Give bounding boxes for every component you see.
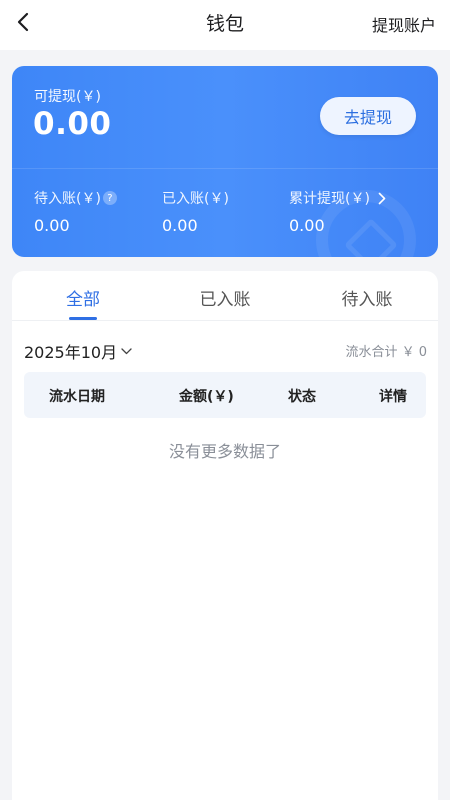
- pending-label: 待入账(￥): [34, 191, 101, 207]
- filter-row: 2025年10月 流水合计 ￥ 0: [24, 339, 427, 363]
- column-status: 状态: [288, 389, 316, 405]
- wallet-balance-card: 可提现(￥) 0.00 去提现 待入账(￥) ? 0.00 已入账(￥) 0.0…: [12, 66, 438, 257]
- total-withdrawn-stat[interactable]: 累计提现(￥) 0.00: [289, 188, 386, 235]
- available-label: 可提现(￥): [34, 89, 101, 105]
- pending-value: 0.00: [34, 216, 70, 235]
- credited-stat: 已入账(￥) 0.00: [162, 188, 229, 235]
- withdraw-button[interactable]: 去提现: [320, 97, 416, 135]
- column-date: 流水日期: [49, 389, 105, 405]
- pending-stat: 待入账(￥) ? 0.00: [34, 188, 117, 235]
- total-withdrawn-label: 累计提现(￥): [289, 191, 370, 207]
- credited-value: 0.00: [162, 216, 198, 235]
- total-withdrawn-value: 0.00: [289, 216, 325, 235]
- flow-total: 流水合计 ￥ 0: [345, 345, 427, 360]
- chevron-down-icon: [121, 347, 132, 354]
- available-amount: 0.00: [33, 106, 112, 142]
- transactions-panel: 全部 已入账 待入账 2025年10月 流水合计 ￥ 0 流水日期 金额(￥) …: [12, 271, 438, 800]
- tab-all[interactable]: 全部: [33, 285, 133, 310]
- month-label: 2025年10月: [24, 343, 118, 362]
- top-nav-bar: 钱包 提现账户: [0, 0, 450, 50]
- empty-state-message: 没有更多数据了: [168, 442, 281, 461]
- credited-label: 已入账(￥): [162, 191, 229, 207]
- tab-bar: 全部 已入账 待入账: [12, 271, 438, 321]
- tab-pending[interactable]: 待入账: [317, 285, 417, 310]
- column-detail: 详情: [379, 389, 407, 405]
- chevron-right-icon[interactable]: [378, 192, 386, 205]
- question-icon[interactable]: ?: [102, 191, 117, 205]
- column-amount: 金额(￥): [179, 389, 234, 405]
- active-tab-indicator: [69, 317, 97, 320]
- card-divider: [12, 168, 438, 169]
- withdraw-account-link[interactable]: 提现账户: [372, 12, 436, 36]
- month-selector[interactable]: 2025年10月: [24, 339, 132, 363]
- tab-credited[interactable]: 已入账: [175, 285, 275, 310]
- table-header: 流水日期 金额(￥) 状态 详情: [24, 372, 426, 418]
